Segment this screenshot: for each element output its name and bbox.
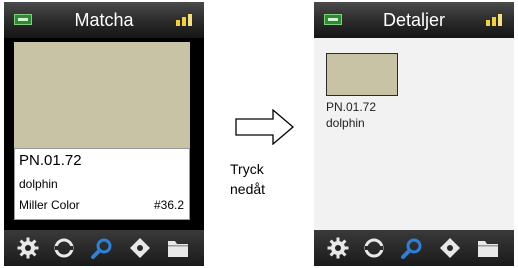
circle-arrows-icon[interactable]: [52, 236, 76, 260]
gear-icon[interactable]: [16, 236, 40, 260]
signal-icon: [176, 14, 194, 26]
library-name: Miller Color: [19, 198, 80, 212]
circle-arrows-icon[interactable]: [362, 236, 386, 260]
right-device-screen: Detaljer PN.01.72 dolphin: [314, 2, 514, 266]
left-device-screen: Matcha PN.01.72 dolphin Miller Color #36…: [4, 2, 204, 266]
search-icon[interactable]: [90, 236, 114, 260]
color-swatch: [326, 53, 398, 96]
match-info-panel[interactable]: PN.01.72 dolphin Miller Color #36.2: [14, 148, 190, 220]
title-bar: Detaljer: [314, 2, 514, 38]
search-icon[interactable]: [400, 236, 424, 260]
color-code: PN.01.72: [326, 100, 377, 114]
instruction-caption: Tryck nedåt: [230, 159, 265, 199]
color-swatch: [14, 42, 190, 148]
color-name: dolphin: [326, 116, 365, 130]
screen-title: Matcha: [74, 10, 134, 30]
target-icon[interactable]: [438, 236, 462, 260]
target-icon[interactable]: [128, 236, 152, 260]
color-code: PN.01.72: [19, 152, 82, 169]
color-name: dolphin: [19, 177, 58, 191]
instruction-line-2: nedåt: [230, 181, 266, 197]
signal-icon: [486, 14, 504, 26]
screen-title: Detaljer: [382, 10, 446, 30]
folder-icon[interactable]: [476, 236, 500, 260]
details-panel: PN.01.72 dolphin: [314, 38, 514, 230]
title-bar: Matcha: [4, 2, 204, 38]
folder-icon[interactable]: [166, 236, 190, 260]
bottom-toolbar: [4, 230, 204, 266]
match-number: #36.2: [153, 198, 184, 212]
gear-icon[interactable]: [326, 236, 350, 260]
bottom-toolbar: [314, 230, 514, 266]
instruction-line-1: Tryck: [230, 161, 264, 177]
right-arrow-icon: [235, 109, 295, 145]
